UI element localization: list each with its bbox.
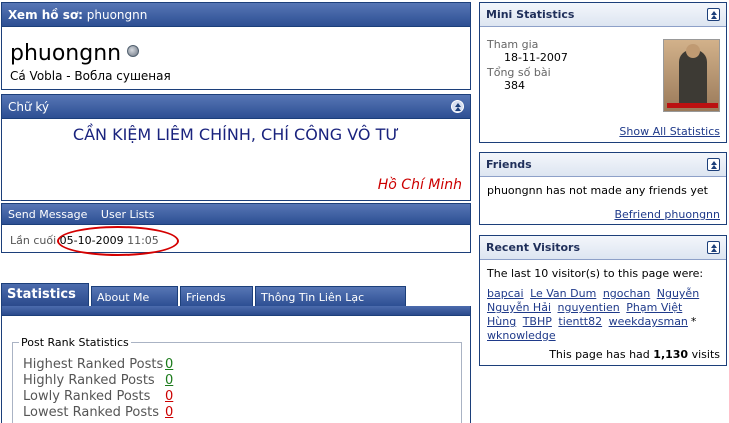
visitor-link[interactable]: Phạm Việt — [626, 301, 682, 314]
user-lists-link[interactable]: User Lists — [101, 208, 155, 221]
visitor-list: bapcai Le Van Dum ngochan Nguyễn Nguyễn … — [487, 287, 719, 343]
visit-count-suffix: visits — [691, 348, 720, 361]
tab-underline — [1, 306, 471, 316]
visit-count: This page has had 1,130 visits — [549, 348, 720, 361]
profile-header-name: phuongnn — [86, 8, 148, 22]
signature-bar: Chữ ký — [2, 95, 470, 119]
signature-panel: Chữ ký CẦN KIỆM LIÊM CHÍNH, CHÍ CÔNG VÔ … — [1, 94, 471, 201]
show-all-statistics-link[interactable]: Show All Statistics — [619, 125, 720, 138]
avatar-caption — [667, 103, 718, 108]
post-rank-label: Lowly Ranked Posts — [23, 389, 151, 404]
join-date-label: Tham gia — [487, 38, 539, 51]
mini-statistics-bar: Mini Statistics — [480, 3, 726, 27]
friends-title: Friends — [486, 158, 532, 171]
post-rank-value-link[interactable]: 0 — [165, 373, 173, 388]
visitor-link[interactable]: wknowledge — [487, 329, 556, 342]
visitors-intro: The last 10 visitor(s) to this page were… — [487, 267, 704, 280]
red-highlight-ellipse — [57, 226, 179, 256]
no-friends-text: phuongnn has not made any friends yet — [487, 184, 708, 197]
collapse-icon[interactable] — [451, 100, 464, 113]
profile-header-label: Xem hồ sơ: — [8, 8, 83, 22]
post-rank-legend: Post Rank Statistics — [21, 336, 129, 349]
send-message-link[interactable]: Send Message — [8, 208, 87, 221]
total-posts-value: 384 — [504, 79, 525, 92]
visitor-link[interactable]: tientt82 — [558, 315, 602, 328]
username-text: phuongnn — [10, 41, 122, 66]
join-date-value: 18-11-2007 — [504, 51, 568, 64]
total-posts-label: Tổng số bài — [487, 66, 551, 79]
profile-picture — [663, 39, 720, 112]
mini-statistics-title: Mini Statistics — [486, 8, 575, 21]
profile-actions: Send Message User Lists Lần cuối 05-10-2… — [1, 203, 471, 256]
profile-header: Xem hồ sơ: phuongnn phuongnn Cá Vobla - … — [1, 2, 471, 90]
friends-bar: Friends — [480, 153, 726, 177]
last-visit-label: Lần cuối — [10, 234, 57, 247]
visitor-link[interactable]: weekdaysman — [609, 315, 688, 328]
statistics-content: Post Rank Statistics Highest Ranked Post… — [1, 316, 471, 423]
visitor-link[interactable]: Nguyễn — [657, 287, 699, 300]
signature-title: Chữ ký — [8, 100, 50, 114]
post-rank-value-link[interactable]: 0 — [165, 389, 173, 404]
visitor-link[interactable]: Le Van Dum — [530, 287, 596, 300]
visitor-link[interactable]: ngochan — [603, 287, 650, 300]
post-rank-value-link[interactable]: 0 — [165, 405, 173, 420]
signature-author: Hồ Chí Minh — [377, 177, 462, 193]
offline-status-icon — [127, 45, 140, 57]
avatar-head — [686, 44, 700, 58]
user-title: Cá Vobla - Вобла сушеная — [10, 69, 171, 83]
post-rank-label: Highest Ranked Posts — [23, 357, 164, 372]
post-rank-fieldset: Post Rank Statistics Highest Ranked Post… — [12, 336, 462, 423]
username: phuongnn — [10, 41, 140, 66]
recent-visitors-panel: Recent Visitors The last 10 visitor(s) t… — [479, 235, 727, 366]
collapse-icon[interactable] — [707, 158, 720, 171]
visitor-link[interactable]: nguyentien — [558, 301, 620, 314]
invisible-marker: * — [690, 315, 697, 328]
friends-panel: Friends phuongnn has not made any friend… — [479, 152, 727, 225]
visitor-link[interactable]: Hùng — [487, 315, 516, 328]
mini-statistics-panel: Mini Statistics Tham gia 18-11-2007 Tổng… — [479, 2, 727, 143]
actions-bar: Send Message User Lists — [2, 204, 470, 225]
collapse-icon[interactable] — [707, 241, 720, 254]
visitor-link[interactable]: bapcai — [487, 287, 524, 300]
tab-statistics[interactable]: Statistics — [1, 283, 89, 307]
post-rank-label: Lowest Ranked Posts — [23, 405, 159, 420]
recent-visitors-title: Recent Visitors — [486, 241, 581, 254]
signature-text: CẦN KIỆM LIÊM CHÍNH, CHÍ CÔNG VÔ TƯ — [72, 125, 400, 144]
profile-tabs: Statistics About Me Friends Thông Tin Li… — [1, 283, 471, 307]
befriend-link[interactable]: Befriend phuongnn — [614, 208, 720, 221]
post-rank-value-link[interactable]: 0 — [165, 357, 173, 372]
profile-header-bar: Xem hồ sơ: phuongnn — [2, 3, 470, 27]
recent-visitors-bar: Recent Visitors — [480, 236, 726, 260]
visitor-link[interactable]: TBHP — [523, 315, 552, 328]
post-rank-label: Highly Ranked Posts — [23, 373, 155, 388]
tab-friends[interactable]: Friends — [180, 286, 253, 307]
tab-contact-info[interactable]: Thông Tin Liên Lạc — [255, 286, 406, 307]
collapse-icon[interactable] — [707, 8, 720, 21]
visitor-link[interactable]: Nguyễn Hải — [487, 301, 551, 314]
visit-count-prefix: This page has had — [549, 348, 650, 361]
tab-about-me[interactable]: About Me — [91, 286, 178, 307]
visit-count-value: 1,130 — [653, 348, 689, 361]
avatar-figure — [679, 50, 707, 106]
